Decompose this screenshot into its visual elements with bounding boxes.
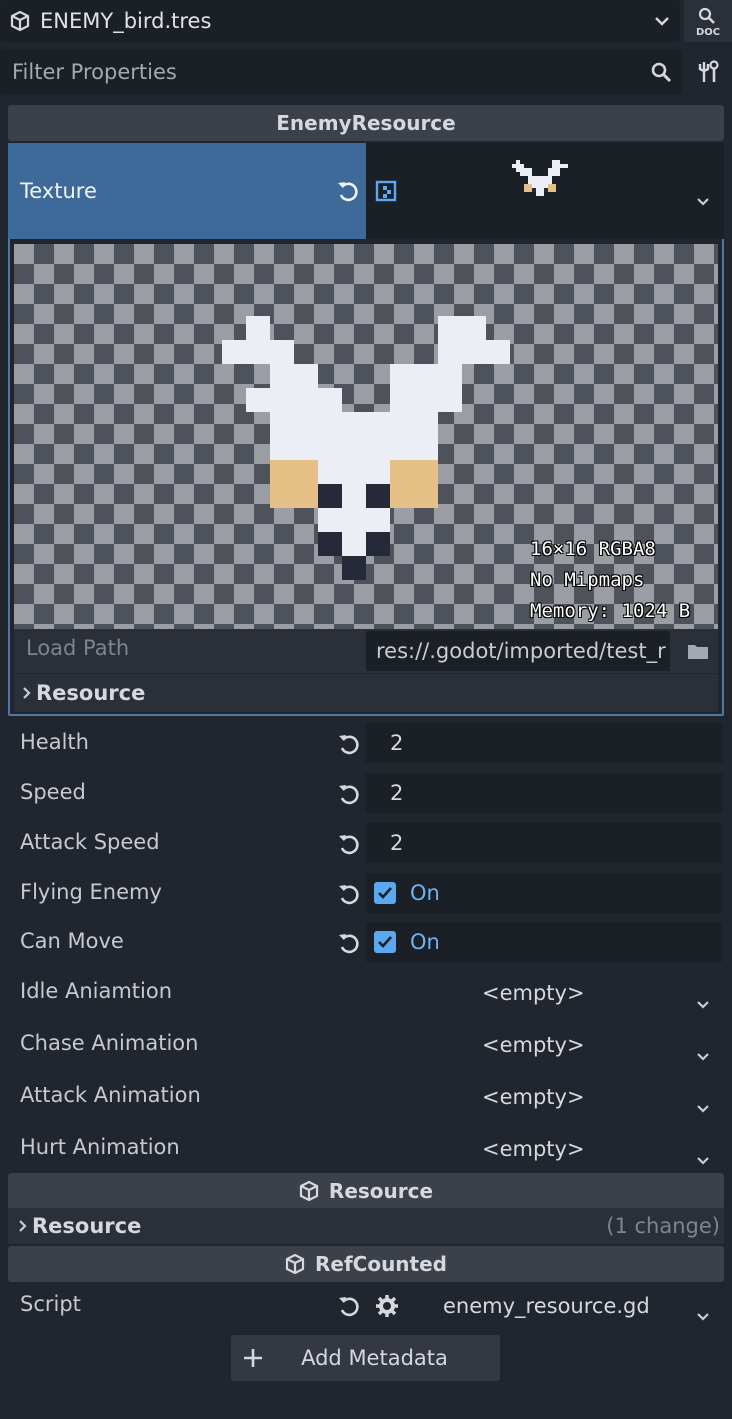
idle-animation-label: Idle Aniamtion: [20, 979, 173, 1003]
can-move-value: On: [410, 930, 440, 954]
subsection-label: Resource: [36, 681, 146, 705]
change-count: (1 change): [606, 1214, 720, 1238]
cube-icon: [299, 1181, 319, 1201]
add-metadata-label: Add Metadata: [301, 1346, 448, 1370]
cube-icon: [0, 11, 40, 31]
idle-animation-picker[interactable]: <empty>: [482, 981, 585, 1005]
texture-label: Texture: [20, 179, 97, 203]
folder-button[interactable]: [680, 631, 716, 671]
section-title: EnemyResource: [276, 111, 456, 135]
texture-info: 16×16 RGBA8 No Mipmaps Memory: 1024 B: [530, 534, 690, 627]
chevron-down-icon[interactable]: [696, 1302, 710, 1326]
texture-mipmaps: No Mipmaps: [530, 569, 645, 591]
section-header-enemyresource: EnemyResource: [8, 105, 724, 141]
hurt-animation-picker[interactable]: <empty>: [482, 1137, 585, 1161]
chevron-down-icon[interactable]: [696, 990, 710, 1014]
chase-animation-label: Chase Animation: [20, 1031, 199, 1055]
speed-input[interactable]: 2: [366, 773, 722, 813]
revert-icon[interactable]: [337, 931, 361, 960]
revert-icon[interactable]: [337, 882, 361, 911]
flying-enemy-toggle[interactable]: On: [366, 873, 722, 913]
plus-icon: [231, 1347, 275, 1369]
section-title: RefCounted: [314, 1252, 447, 1276]
checkbox-icon[interactable]: [374, 882, 396, 904]
texture-memory: Memory: 1024 B: [530, 600, 691, 622]
checkbox-icon[interactable]: [374, 931, 396, 953]
chevron-down-icon[interactable]: [696, 1094, 710, 1118]
flying-enemy-value: On: [410, 881, 440, 905]
chevron-down-icon[interactable]: [644, 16, 680, 26]
attack-speed-label: Attack Speed: [20, 830, 160, 854]
health-label: Health: [20, 730, 89, 754]
tools-button[interactable]: [686, 49, 732, 95]
script-label: Script: [20, 1292, 81, 1316]
attack-animation-picker[interactable]: <empty>: [482, 1085, 585, 1109]
svg-text:DOC: DOC: [696, 27, 720, 36]
texture-size: 16×16 RGBA8: [530, 538, 656, 560]
chevron-right-icon: [23, 687, 31, 699]
texture-property-row[interactable]: Texture: [8, 143, 366, 239]
hurt-animation-label: Hurt Animation: [20, 1135, 180, 1159]
chevron-down-icon[interactable]: [696, 1042, 710, 1066]
cube-icon: [285, 1254, 305, 1274]
subsection-label: Resource: [32, 1214, 142, 1238]
chevron-down-icon[interactable]: [696, 187, 710, 211]
folder-icon: [688, 645, 708, 659]
load-path-field[interactable]: res://.godot/imported/test_r: [366, 631, 670, 671]
section-header-resource: Resource: [8, 1173, 724, 1209]
filter-placeholder: Filter Properties: [12, 60, 177, 84]
texture-icon: [375, 180, 397, 207]
texture-thumbnail: [508, 160, 580, 229]
chevron-right-icon: [19, 1220, 27, 1232]
chevron-down-icon[interactable]: [696, 1146, 710, 1170]
revert-icon[interactable]: [337, 782, 361, 811]
filter-properties-input[interactable]: Filter Properties: [0, 49, 682, 95]
resource-title: ENEMY_bird.tres: [40, 9, 212, 33]
revert-icon[interactable]: [336, 179, 360, 208]
resource-subsection[interactable]: Resource (1 change): [8, 1208, 724, 1244]
load-path-label: Load Path: [26, 636, 130, 660]
bird-sprite: [222, 316, 510, 585]
flying-enemy-label: Flying Enemy: [20, 880, 162, 904]
health-input[interactable]: 2: [366, 723, 722, 763]
doc-icon: DOC: [696, 7, 720, 36]
tools-icon: [698, 60, 719, 82]
attack-animation-label: Attack Animation: [20, 1083, 201, 1107]
revert-icon[interactable]: [337, 832, 361, 861]
search-icon: [640, 61, 682, 83]
doc-button[interactable]: DOC: [684, 0, 732, 42]
script-picker[interactable]: enemy_resource.gd: [443, 1294, 650, 1318]
can-move-label: Can Move: [20, 929, 124, 953]
chase-animation-picker[interactable]: <empty>: [482, 1033, 585, 1057]
section-header-refcounted: RefCounted: [8, 1246, 724, 1282]
can-move-toggle[interactable]: On: [366, 922, 722, 962]
speed-label: Speed: [20, 780, 86, 804]
revert-icon[interactable]: [337, 732, 361, 761]
attack-speed-input[interactable]: 2: [366, 823, 722, 863]
add-metadata-button[interactable]: Add Metadata: [231, 1335, 500, 1381]
gear-icon: [375, 1294, 399, 1323]
section-title: Resource: [328, 1179, 434, 1203]
resource-selector[interactable]: ENEMY_bird.tres: [0, 0, 680, 42]
texture-picker[interactable]: [366, 143, 724, 239]
revert-icon[interactable]: [337, 1294, 361, 1323]
texture-resource-subsection[interactable]: Resource: [14, 674, 718, 712]
